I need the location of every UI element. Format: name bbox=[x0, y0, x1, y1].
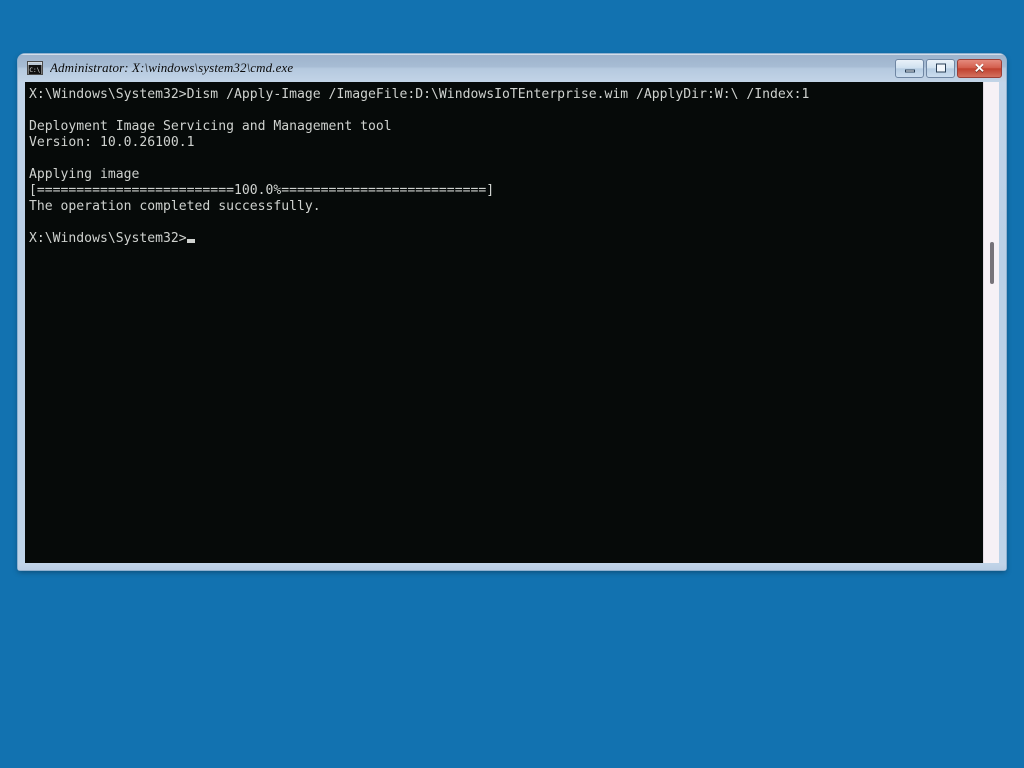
scrollbar-thumb[interactable] bbox=[990, 242, 994, 284]
window-title: Administrator: X:\windows\system32\cmd.e… bbox=[50, 61, 294, 75]
window-bottom-border bbox=[18, 563, 1006, 570]
maximize-button[interactable] bbox=[926, 58, 955, 78]
window-controls: ✕ bbox=[895, 58, 1002, 78]
close-icon: ✕ bbox=[974, 60, 985, 76]
close-button[interactable]: ✕ bbox=[957, 58, 1002, 78]
vertical-scrollbar[interactable] bbox=[983, 82, 999, 570]
cmd-console-icon: C:\ bbox=[27, 61, 43, 75]
window-titlebar[interactable]: C:\ Administrator: X:\windows\system32\c… bbox=[18, 54, 1006, 82]
console-text: X:\Windows\System32>Dism /Apply-Image /I… bbox=[29, 87, 810, 246]
window-client-area: X:\Windows\System32>Dism /Apply-Image /I… bbox=[25, 82, 999, 570]
maximize-icon bbox=[935, 63, 946, 73]
minimize-icon bbox=[904, 69, 915, 73]
desktop-background: C:\ Administrator: X:\windows\system32\c… bbox=[0, 0, 1024, 768]
console-output-area[interactable]: X:\Windows\System32>Dism /Apply-Image /I… bbox=[25, 82, 983, 570]
svg-text:C:\: C:\ bbox=[29, 67, 40, 74]
minimize-button[interactable] bbox=[895, 58, 924, 78]
cmd-window: C:\ Administrator: X:\windows\system32\c… bbox=[17, 53, 1007, 571]
console-cursor bbox=[186, 239, 195, 243]
